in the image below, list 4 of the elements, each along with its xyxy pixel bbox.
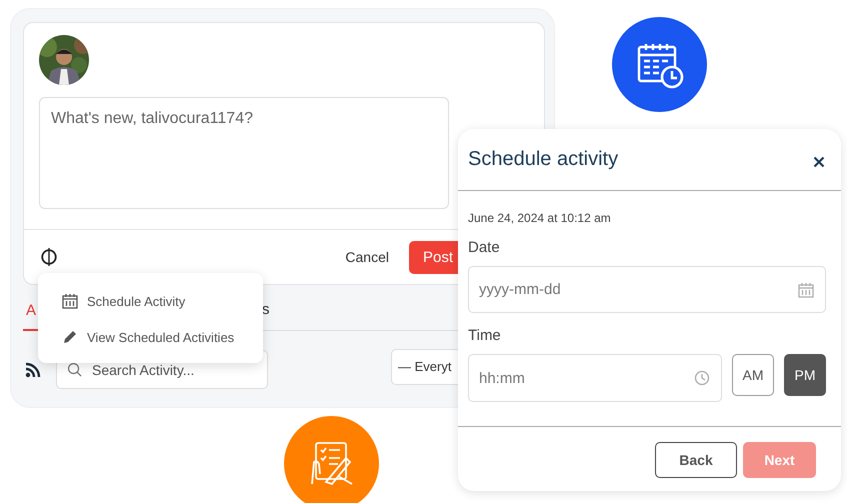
dialog-title: Schedule activity [468,148,618,171]
timestamp: June 24, 2024 at 10:12 am [468,211,612,225]
date-label: Date [468,239,501,256]
time-label: Time [468,327,502,344]
